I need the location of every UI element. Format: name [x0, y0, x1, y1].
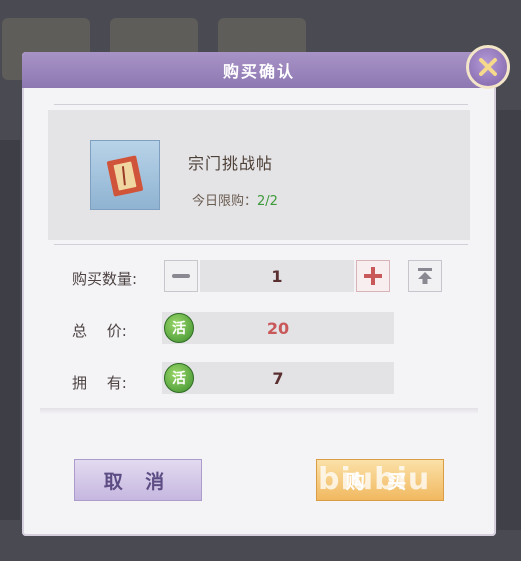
quantity-label: 购买数量:	[72, 270, 138, 288]
decrease-quantity-button[interactable]	[164, 260, 198, 292]
total-price-value: 20	[266, 318, 290, 338]
minus-icon	[172, 274, 190, 278]
owned-label: 拥 有:	[72, 374, 127, 392]
plus-icon	[364, 267, 382, 285]
dialog-header: 购买确认	[22, 52, 496, 88]
watermark-text: biubiu	[318, 462, 431, 497]
quantity-input[interactable]: 1	[200, 260, 354, 292]
purchase-confirm-dialog: 购买确认 宗门挑战帖 今日限购：2/2 购买数量: 1 总 价: 20 活 拥 …	[22, 52, 496, 536]
total-price-label: 总 价:	[72, 322, 127, 340]
section-divider	[40, 408, 478, 414]
daily-limit-label: 今日限购：	[192, 194, 258, 209]
challenge-letter-icon	[90, 140, 160, 210]
background-side-panel	[0, 140, 20, 520]
total-price-field: 20	[162, 312, 394, 344]
item-info-panel: 宗门挑战帖 今日限购：2/2	[48, 110, 470, 240]
decorative-line	[54, 104, 468, 105]
close-x-icon	[479, 58, 497, 76]
daily-limit: 今日限购：2/2	[192, 190, 278, 209]
increase-quantity-button[interactable]	[356, 260, 390, 292]
activity-coin-icon: 活	[164, 363, 194, 393]
close-button[interactable]	[466, 45, 510, 89]
dialog-title: 购买确认	[222, 62, 295, 81]
owned-value: 7	[272, 368, 284, 388]
max-arrow-icon	[418, 268, 432, 284]
activity-coin-icon: 活	[164, 313, 194, 343]
background-side-panel	[497, 110, 521, 530]
decorative-line	[54, 244, 468, 245]
max-quantity-button[interactable]	[408, 260, 442, 292]
quantity-value: 1	[271, 266, 283, 286]
owned-field: 7	[162, 362, 394, 394]
daily-limit-value: 2/2	[257, 194, 278, 209]
cancel-button[interactable]: 取 消	[74, 459, 202, 501]
item-name: 宗门挑战帖	[188, 154, 274, 173]
